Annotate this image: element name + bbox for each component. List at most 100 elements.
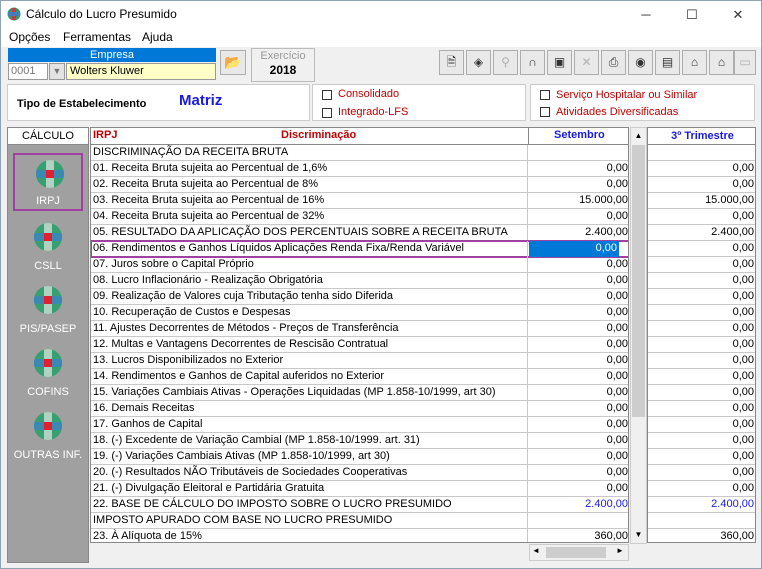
- import-icon: ⌂: [717, 55, 726, 69]
- table-row[interactable]: 19. (-) Variações Cambiais Ativas (MP 1.…: [91, 449, 628, 465]
- table-row[interactable]: 16. Demais Receitas 0,00: [91, 401, 628, 417]
- lock-button[interactable]: ∩: [520, 50, 545, 75]
- table-row[interactable]: 10. Recuperação de Custos e Despesas 0,00: [91, 305, 628, 321]
- scroll-down-icon[interactable]: ▼: [631, 527, 646, 542]
- grid-vertical-scrollbar[interactable]: ▲ ▼: [630, 127, 647, 544]
- scroll-left-icon[interactable]: ◄: [532, 546, 540, 555]
- delete-button[interactable]: ✕: [574, 50, 599, 75]
- quarter-grid: 3º Trimestre 0,00 0,00 15.000,00 0,00 2.400,…: [647, 127, 756, 543]
- table-row[interactable]: 17. Ganhos de Capital 0,00: [91, 417, 628, 433]
- close-button[interactable]: ✕: [715, 1, 761, 28]
- row-quarter-value: 0,00: [648, 337, 755, 353]
- grid-header-desc: Discriminação: [281, 129, 357, 141]
- row-month-value[interactable]: [529, 145, 628, 161]
- nav-button[interactable]: ◈: [466, 50, 491, 75]
- row-month-value[interactable]: 15.000,00: [529, 193, 628, 209]
- table-row[interactable]: 06. Rendimentos e Ganhos Líquidos Aplica…: [91, 240, 628, 258]
- row-month-value[interactable]: 0,00: [529, 241, 619, 257]
- scroll-right-icon[interactable]: ►: [616, 546, 624, 555]
- row-month-value[interactable]: 2.400,00: [529, 225, 628, 241]
- table-row[interactable]: 09. Realização de Valores cuja Tributaçã…: [91, 289, 628, 305]
- row-month-value[interactable]: 360,00: [529, 529, 628, 542]
- globe-button[interactable]: ◉: [628, 50, 653, 75]
- company-code-field[interactable]: 0001: [8, 63, 48, 80]
- hscroll-thumb[interactable]: [546, 547, 606, 558]
- row-month-value[interactable]: 0,00: [529, 209, 628, 225]
- row-month-value[interactable]: 2.400,00: [529, 497, 628, 513]
- establishment-box: Tipo de Estabelecimento Matriz: [7, 84, 310, 121]
- row-month-value[interactable]: [529, 513, 628, 529]
- company-spin-button[interactable]: ▼: [49, 63, 65, 80]
- calc-item-pis-pasep[interactable]: PIS/PASEP: [13, 281, 83, 339]
- import-button[interactable]: ⌂: [709, 50, 734, 75]
- row-description: 23. À Alíquota de 15%: [91, 529, 528, 542]
- minimize-button[interactable]: ─: [623, 1, 669, 28]
- open-folder-button[interactable]: 📂: [220, 50, 246, 75]
- table-row[interactable]: 14. Rendimentos e Ganhos de Capital aufe…: [91, 369, 628, 385]
- export-button[interactable]: ⌂: [682, 50, 707, 75]
- table-row[interactable]: 20. (-) Resultados NÃO Tributáveis de So…: [91, 465, 628, 481]
- scroll-thumb[interactable]: [632, 145, 645, 417]
- row-month-value[interactable]: 0,00: [529, 273, 628, 289]
- report-button[interactable]: ▤: [655, 50, 680, 75]
- maximize-button[interactable]: ☐: [669, 1, 715, 28]
- row-month-value[interactable]: 0,00: [529, 385, 628, 401]
- calc-item-csll[interactable]: CSLL: [13, 218, 83, 276]
- table-row[interactable]: 05. RESULTADO DA APLICAÇÃO DOS PERCENTUA…: [91, 225, 628, 241]
- company-name-field[interactable]: Wolters Kluwer: [66, 63, 216, 80]
- row-month-value[interactable]: 0,00: [529, 449, 628, 465]
- row-month-value[interactable]: 0,00: [529, 321, 628, 337]
- cofins-icon: [34, 349, 62, 377]
- company-label: Empresa: [8, 48, 216, 62]
- table-row[interactable]: 01. Receita Bruta sujeita ao Percentual …: [91, 161, 628, 177]
- row-month-value[interactable]: 0,00: [529, 257, 628, 273]
- row-month-value[interactable]: 0,00: [529, 177, 628, 193]
- table-row[interactable]: 21. (-) Divulgação Eleitoral e Partidári…: [91, 481, 628, 497]
- table-row[interactable]: DISCRIMINAÇÃO DA RECEITA BRUTA: [91, 145, 628, 161]
- consolidado-checkbox[interactable]: [322, 90, 332, 100]
- grid-horizontal-scrollbar[interactable]: ◄ ►: [529, 544, 629, 561]
- row-month-value[interactable]: 0,00: [529, 289, 628, 305]
- table-row[interactable]: 18. (-) Excedente de Variação Cambial (M…: [91, 433, 628, 449]
- atividades-diversificadas-checkbox[interactable]: [540, 107, 550, 117]
- integrado-lfs-checkbox[interactable]: [322, 108, 332, 118]
- table-row[interactable]: 08. Lucro Inflacionário - Realização Obr…: [91, 273, 628, 289]
- row-quarter-value: 0,00: [648, 369, 755, 385]
- row-quarter-value: 0,00: [648, 305, 755, 321]
- search-button[interactable]: ⚲: [493, 50, 518, 75]
- scroll-up-icon[interactable]: ▲: [631, 128, 646, 143]
- menu-ferramentas[interactable]: Ferramentas: [63, 30, 131, 44]
- table-row[interactable]: 22. BASE DE CÁLCULO DO IMPOSTO SOBRE O L…: [91, 497, 628, 513]
- table-row[interactable]: 13. Lucros Disponibilizados no Exterior 0…: [91, 353, 628, 369]
- row-month-value[interactable]: 0,00: [529, 481, 628, 497]
- menu-opcoes[interactable]: Opções: [9, 30, 50, 44]
- save-button[interactable]: ▣: [547, 50, 572, 75]
- disabled-button[interactable]: ▭: [734, 50, 756, 75]
- table-row[interactable]: 23. À Alíquota de 15% 360,00: [91, 529, 628, 542]
- row-month-value[interactable]: 0,00: [529, 305, 628, 321]
- table-row[interactable]: 02. Receita Bruta sujeita ao Percentual …: [91, 177, 628, 193]
- calc-item-irpj[interactable]: IRPJ: [13, 153, 83, 211]
- row-month-value[interactable]: 0,00: [529, 337, 628, 353]
- table-row[interactable]: IMPOSTO APURADO COM BASE NO LUCRO PRESUM…: [91, 513, 628, 529]
- table-row[interactable]: 03. Receita Bruta sujeita ao Percentual …: [91, 193, 628, 209]
- calc-item-cofins[interactable]: COFINS: [13, 344, 83, 402]
- menu-ajuda[interactable]: Ajuda: [142, 30, 173, 44]
- row-month-value[interactable]: 0,00: [529, 433, 628, 449]
- row-month-value[interactable]: 0,00: [529, 161, 628, 177]
- row-month-value[interactable]: 0,00: [529, 417, 628, 433]
- servico-hospitalar-checkbox[interactable]: [540, 90, 550, 100]
- row-month-value[interactable]: 0,00: [529, 401, 628, 417]
- row-month-value[interactable]: 0,00: [529, 465, 628, 481]
- doc-button[interactable]: 🗎: [439, 50, 464, 75]
- calc-item-outras-inf[interactable]: OUTRAS INF.: [13, 407, 83, 465]
- table-row[interactable]: 11. Ajustes Decorrentes de Métodos - Pre…: [91, 321, 628, 337]
- row-month-value[interactable]: 0,00: [529, 353, 628, 369]
- irpj-icon: [36, 160, 64, 188]
- table-row[interactable]: 12. Multas e Vantagens Decorrentes de Re…: [91, 337, 628, 353]
- table-row[interactable]: 15. Variações Cambiais Ativas - Operaçõe…: [91, 385, 628, 401]
- print-button[interactable]: ⎙: [601, 50, 626, 75]
- table-row[interactable]: 04. Receita Bruta sujeita ao Percentual …: [91, 209, 628, 225]
- row-month-value[interactable]: 0,00: [529, 369, 628, 385]
- table-row[interactable]: 07. Juros sobre o Capital Próprio 0,00: [91, 257, 628, 273]
